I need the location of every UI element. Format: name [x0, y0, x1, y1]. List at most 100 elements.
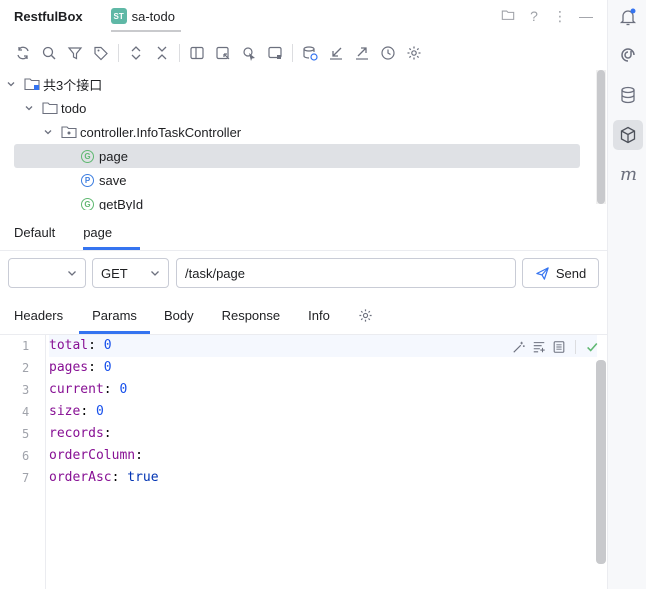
minimize-icon[interactable]: —: [579, 8, 593, 24]
code-line[interactable]: orderColumn:: [49, 445, 597, 467]
tree-root[interactable]: 共3个接口: [0, 72, 594, 96]
tag-icon[interactable]: [88, 40, 114, 66]
check-icon[interactable]: [585, 340, 599, 354]
code-area[interactable]: total: 0 pages: 0 current: 0 size: 0 rec…: [49, 335, 597, 489]
refresh-icon[interactable]: [10, 40, 36, 66]
tab-response[interactable]: Response: [208, 296, 295, 334]
expand-all-icon[interactable]: [123, 40, 149, 66]
code-line[interactable]: pages: 0: [49, 357, 597, 379]
history-icon[interactable]: [375, 40, 401, 66]
param-separator: :: [103, 426, 112, 441]
export-icon[interactable]: [349, 40, 375, 66]
tree-module[interactable]: todo: [0, 96, 594, 120]
send-button[interactable]: Send: [522, 258, 599, 288]
toolbar: [0, 38, 427, 68]
search-icon[interactable]: [36, 40, 62, 66]
url-input[interactable]: /task/page: [176, 258, 516, 288]
tree-endpoint-save[interactable]: P save: [0, 168, 594, 192]
tab-params-label: Params: [92, 307, 137, 323]
line-number: 5: [22, 427, 30, 441]
code-line[interactable]: orderAsc: true: [49, 467, 597, 489]
tree-module-label: todo: [61, 100, 87, 116]
send-icon: [536, 266, 549, 280]
locate-icon[interactable]: [236, 40, 262, 66]
document-icon[interactable]: [552, 340, 566, 354]
folder-icon[interactable]: [501, 8, 515, 25]
request-bar: GET /task/page Send: [0, 258, 607, 288]
param-value: 0: [119, 382, 128, 397]
magic-wand-icon[interactable]: [512, 340, 526, 354]
navigate-icon[interactable]: [210, 40, 236, 66]
database-sync-icon[interactable]: [297, 40, 323, 66]
param-key: orderAsc: [49, 470, 112, 485]
param-separator: :: [88, 360, 104, 375]
param-value: 0: [103, 338, 112, 353]
send-label: Send: [555, 265, 587, 281]
tab-headers[interactable]: Headers: [0, 296, 77, 334]
code-line[interactable]: size: 0: [49, 401, 597, 423]
code-line[interactable]: records:: [49, 423, 597, 445]
toolbar-divider: [575, 340, 576, 354]
tree-endpoint-getbyid[interactable]: G getById: [0, 192, 594, 210]
toolbar-divider: [179, 44, 180, 62]
more-options-icon[interactable]: ⋮: [553, 8, 567, 25]
import-icon[interactable]: [323, 40, 349, 66]
tab-default[interactable]: Default: [0, 214, 69, 250]
tab-settings[interactable]: [344, 296, 387, 334]
notifications-icon[interactable]: [613, 2, 643, 32]
collapse-all-icon[interactable]: [149, 40, 175, 66]
toolbar-divider: [292, 44, 293, 62]
tree-controller[interactable]: controller.InfoTaskController: [0, 120, 594, 144]
param-key: orderColumn: [49, 448, 136, 463]
method-select[interactable]: GET: [92, 258, 169, 288]
tree-endpoint-page[interactable]: G page: [14, 144, 580, 168]
line-number: 6: [22, 449, 30, 463]
window-icon[interactable]: [262, 40, 288, 66]
divider: [0, 250, 607, 251]
param-separator: :: [103, 382, 120, 397]
editor-toolbar: [512, 337, 599, 357]
editor-scrollbar[interactable]: [596, 360, 606, 564]
param-key: total: [49, 338, 89, 353]
param-value: 0: [95, 404, 104, 419]
gear-icon[interactable]: [401, 40, 427, 66]
help-icon[interactable]: ?: [527, 8, 541, 24]
app-title: RestfulBox: [14, 8, 83, 24]
param-separator: :: [80, 404, 96, 419]
params-editor[interactable]: 1 2 3 4 5 6 7 total: 0 pages: 0 current:…: [0, 335, 607, 589]
right-tool-window-bar: m: [607, 0, 646, 589]
tab-info-label: Info: [308, 307, 330, 323]
endpoint-label: page: [99, 148, 128, 164]
filter-icon[interactable]: [62, 40, 88, 66]
chevron-down-icon[interactable]: [22, 101, 36, 115]
tab-page[interactable]: page: [69, 214, 141, 250]
database-icon[interactable]: [613, 80, 643, 110]
tab-page-label: page: [83, 224, 113, 240]
restfulbox-cube-icon[interactable]: [613, 120, 643, 150]
code-line[interactable]: current: 0: [49, 379, 597, 401]
chevron-down-icon: [151, 271, 159, 276]
chevron-down-icon[interactable]: [41, 125, 55, 139]
url-value: /task/page: [185, 265, 245, 281]
tab-sa-todo[interactable]: ST sa-todo: [110, 0, 182, 32]
chevron-down-icon[interactable]: [4, 77, 18, 91]
folder-icon: [24, 77, 40, 91]
ai-assistant-icon[interactable]: [613, 40, 643, 70]
tab-info[interactable]: Info: [294, 296, 344, 334]
maven-icon[interactable]: m: [613, 159, 643, 189]
format-icon[interactable]: [532, 340, 546, 354]
environment-select[interactable]: [8, 258, 86, 288]
tree-scrollbar[interactable]: [596, 70, 606, 204]
gear-icon: [359, 308, 372, 322]
tab-headers-label: Headers: [14, 307, 64, 323]
param-key: current: [49, 382, 104, 397]
svg-text:m: m: [620, 164, 637, 184]
tab-body[interactable]: Body: [150, 296, 208, 334]
endpoint-label: save: [99, 172, 127, 188]
tab-params[interactable]: Params: [79, 296, 150, 334]
param-separator: :: [88, 338, 104, 353]
project-badge: ST: [110, 8, 127, 24]
title-bar: RestfulBox ST sa-todo ? ⋮ —: [0, 0, 607, 32]
split-view-icon[interactable]: [184, 40, 210, 66]
param-separator: :: [111, 470, 128, 485]
